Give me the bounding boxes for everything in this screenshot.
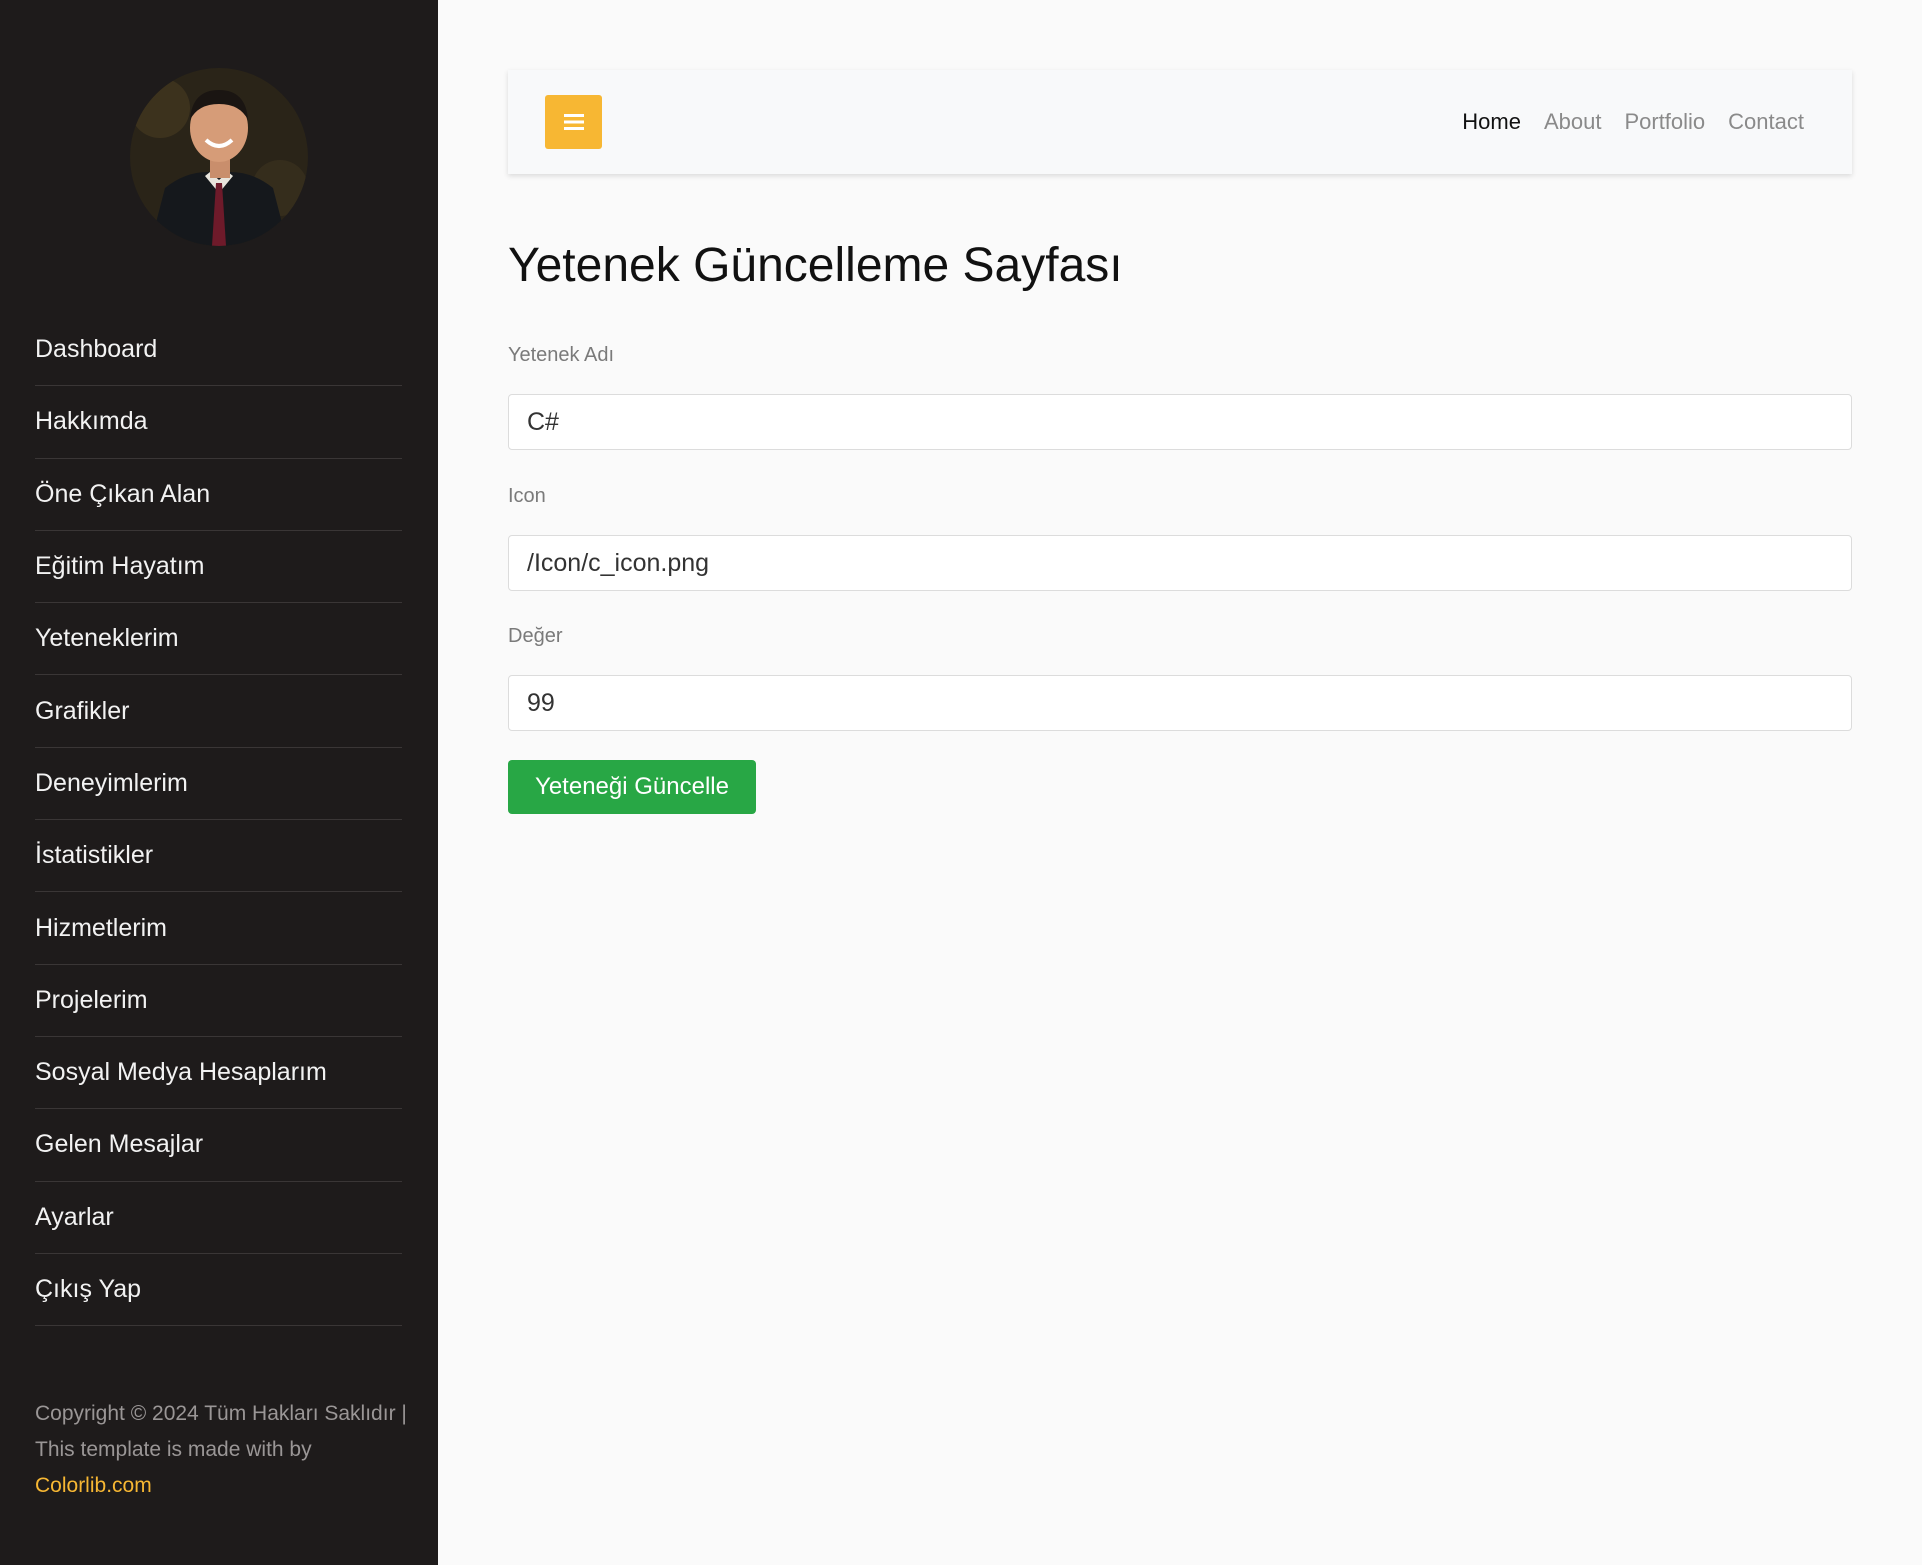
- sidebar-item-hizmetlerim[interactable]: Hizmetlerim: [35, 892, 402, 965]
- copyright: Copyright © 2024 Tüm Hakları Saklıdır | …: [35, 1396, 407, 1504]
- sidebar-item-projelerim[interactable]: Projelerim: [35, 965, 402, 1037]
- sidebar-toggle-button[interactable]: [545, 95, 602, 149]
- sidebar-item-label: Sosyal Medya Hesaplarım: [35, 1058, 327, 1087]
- sidebar-item-label: Çıkış Yap: [35, 1275, 142, 1303]
- page-title: Yetenek Güncelleme Sayfası: [508, 239, 1123, 292]
- sidebar-item-cikis-yap[interactable]: Çıkış Yap: [35, 1254, 402, 1327]
- value-input[interactable]: [508, 675, 1852, 731]
- sidebar-item-label: İstatistikler: [35, 841, 154, 870]
- skill-name-label: Yetenek Adı: [508, 344, 615, 366]
- sidebar-item-label: Projelerim: [35, 985, 148, 1014]
- sidebar-item-label: Yeteneklerim: [35, 624, 179, 653]
- sidebar-item-label: Deneyimlerim: [35, 768, 188, 797]
- sidebar-item-label: Gelen Mesajlar: [35, 1130, 204, 1159]
- sidebar-item-grafikler[interactable]: Grafikler: [35, 675, 402, 748]
- nav-link-portfolio[interactable]: Portfolio: [1624, 109, 1705, 135]
- nav-link-contact[interactable]: Contact: [1728, 109, 1804, 135]
- nav-link-about[interactable]: About: [1544, 109, 1602, 135]
- form-group-skill-name: Yetenek Adı: [508, 340, 1852, 450]
- sidebar-item-label: Hizmetlerim: [35, 913, 167, 942]
- avatar: [130, 68, 308, 246]
- sidebar-item-label: Ayarlar: [35, 1202, 114, 1231]
- top-navbar: Home About Portfolio Contact: [508, 70, 1852, 174]
- copyright-text: Copyright © 2024 Tüm Hakları Saklıdır | …: [35, 1402, 407, 1461]
- sidebar-item-ayarlar[interactable]: Ayarlar: [35, 1182, 402, 1254]
- sidebar-item-dashboard[interactable]: Dashboard: [35, 314, 402, 387]
- sidebar-item-egitim-hayatim[interactable]: Eğitim Hayatım: [35, 531, 402, 604]
- sidebar-item-label: Grafikler: [35, 696, 130, 725]
- colorlib-link[interactable]: Colorlib.com: [35, 1474, 152, 1497]
- sidebar-item-gelen-mesajlar[interactable]: Gelen Mesajlar: [35, 1109, 402, 1182]
- sidebar-menu: Dashboard Hakkımda Öne Çıkan Alan Eğitim…: [35, 314, 402, 1327]
- sidebar-item-istatistikler[interactable]: İstatistikler: [35, 820, 402, 893]
- sidebar-item-one-cikan-alan[interactable]: Öne Çıkan Alan: [35, 459, 402, 531]
- sidebar-item-label: Dashboard: [35, 335, 158, 364]
- icon-input[interactable]: [508, 535, 1852, 591]
- sidebar-item-label: Eğitim Hayatım: [35, 552, 205, 581]
- nav-link-home[interactable]: Home: [1462, 109, 1521, 135]
- form-group-icon: Icon: [508, 481, 1852, 591]
- app-root: Dashboard Hakkımda Öne Çıkan Alan Eğitim…: [0, 0, 1922, 1565]
- nav-links: Home About Portfolio Contact: [1462, 70, 1804, 174]
- form-group-value: Değer: [508, 621, 1852, 731]
- sidebar-item-label: Öne Çıkan Alan: [35, 479, 211, 508]
- sidebar-item-label: Hakkımda: [35, 407, 148, 436]
- value-label: Değer: [508, 625, 563, 647]
- avatar-photo: [130, 68, 308, 246]
- hamburger-icon: [563, 114, 584, 130]
- icon-label: Icon: [508, 485, 546, 507]
- skill-name-input[interactable]: [508, 394, 1852, 450]
- sidebar-item-yeteneklerim[interactable]: Yeteneklerim: [35, 603, 402, 676]
- sidebar-item-deneyimlerim[interactable]: Deneyimlerim: [35, 748, 402, 821]
- sidebar-item-sosyal-medya[interactable]: Sosyal Medya Hesaplarım: [35, 1037, 402, 1110]
- sidebar-item-hakkimda[interactable]: Hakkımda: [35, 386, 402, 459]
- sidebar: Dashboard Hakkımda Öne Çıkan Alan Eğitim…: [0, 0, 438, 1565]
- update-skill-button[interactable]: Yeteneği Güncelle: [508, 760, 756, 814]
